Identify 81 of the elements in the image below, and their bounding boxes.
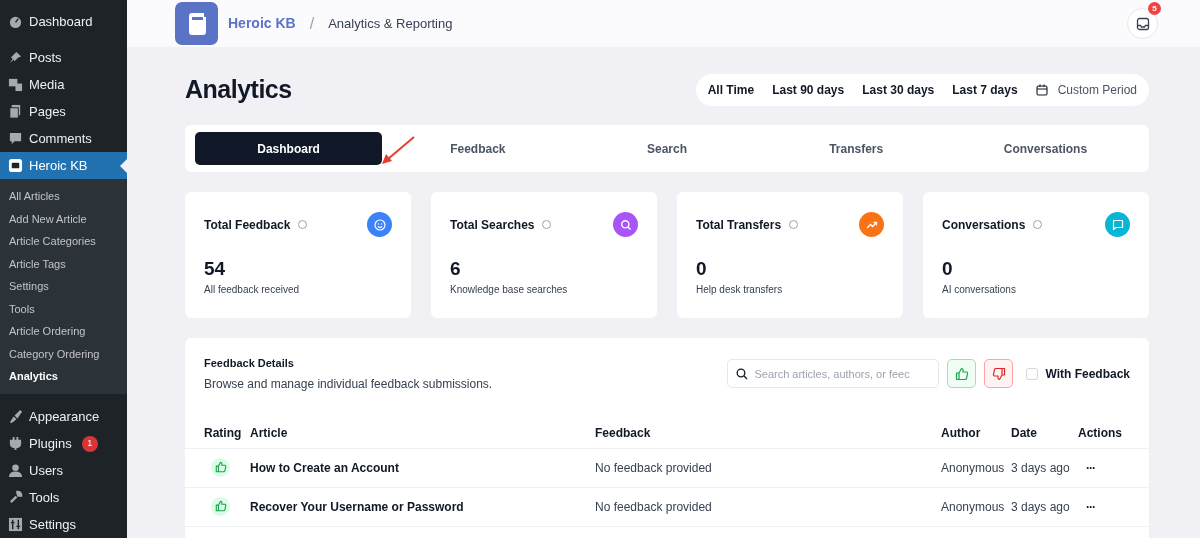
- table-cell: No feedback provided: [595, 461, 712, 475]
- period-button[interactable]: Last 7 days: [952, 81, 1018, 99]
- column-header: Actions: [1078, 418, 1149, 449]
- stat-title: Conversations: [942, 216, 1026, 234]
- search-icon: [736, 368, 749, 381]
- sidebar-item[interactable]: Pages: [0, 98, 127, 126]
- sidebar-item[interactable]: Users: [0, 457, 127, 484]
- sidebar-item[interactable]: Settings: [0, 511, 127, 538]
- search-icon: [618, 217, 633, 232]
- tab[interactable]: Transfers: [762, 132, 950, 165]
- table-cell: Anonymous: [941, 500, 1005, 514]
- column-header: Date: [1011, 418, 1078, 449]
- thumbs-up-filter-button[interactable]: [947, 359, 977, 389]
- table-cell: Anonymous: [941, 461, 1005, 475]
- table-cell: 3 days ago: [1011, 461, 1070, 475]
- search-field[interactable]: Search articles, authors, or feec: [727, 359, 940, 389]
- section-subtitle: Browse and manage individual feedback submissions.: [204, 375, 494, 393]
- column-header: Author: [941, 418, 1011, 449]
- sidebar-item[interactable]: Comments: [0, 125, 127, 153]
- checkbox[interactable]: [1026, 367, 1039, 380]
- sidebar-item[interactable]: Appearance: [0, 403, 127, 430]
- calendar-icon: [1035, 84, 1048, 96]
- section-title: Feedback Details: [204, 356, 295, 371]
- table-cell: No feedback provided: [595, 500, 712, 514]
- period-button[interactable]: Last 90 days: [772, 81, 845, 99]
- stat-value: 54: [204, 259, 227, 279]
- count-badge: 1: [81, 435, 98, 452]
- stat-caption: Help desk transfers: [696, 283, 784, 297]
- stat-title: Total Feedback: [204, 216, 291, 234]
- more-actions-button[interactable]: ···: [1086, 498, 1095, 516]
- article-link[interactable]: How to Create an Account: [250, 461, 399, 475]
- submenu-item[interactable]: Add New Article: [0, 207, 127, 231]
- thumbs-up-icon: [954, 366, 969, 381]
- submenu-item[interactable]: Article Tags: [0, 252, 127, 276]
- sidebar-item[interactable]: Posts: [0, 44, 127, 72]
- inbox-icon: [1135, 16, 1150, 31]
- tab[interactable]: Feedback: [384, 132, 572, 165]
- submenu-item[interactable]: Category Ordering: [0, 342, 127, 366]
- sidebar-item[interactable]: Dashboard: [0, 8, 127, 35]
- table-cell: 3 days ago: [1011, 500, 1070, 514]
- inbox-button[interactable]: [1127, 8, 1158, 39]
- period-button[interactable]: All Time: [707, 81, 755, 99]
- more-actions-button[interactable]: ···: [1086, 459, 1095, 477]
- submenu-item[interactable]: Analytics: [0, 365, 127, 388]
- column-header: Feedback: [595, 418, 941, 449]
- brand-name: Heroic KB: [228, 14, 296, 33]
- stat-title: Total Searches: [450, 216, 535, 234]
- submenu-item[interactable]: Settings: [0, 275, 127, 298]
- stat-caption: All feedback received: [204, 283, 301, 297]
- submenu-item[interactable]: Tools: [0, 297, 127, 321]
- sidebar-item[interactable]: Media: [0, 71, 127, 99]
- period-button[interactable]: Last 30 days: [862, 81, 935, 99]
- stat-caption: Knowledge base searches: [450, 283, 569, 297]
- stat-title: Total Transfers: [696, 216, 782, 234]
- tab[interactable]: Conversations: [951, 132, 1139, 165]
- submenu-item[interactable]: All Articles: [0, 185, 127, 208]
- checkbox-label[interactable]: With Feedback: [1045, 364, 1130, 383]
- column-header: Article: [250, 418, 595, 449]
- custom-period-button[interactable]: Custom Period: [1035, 81, 1137, 99]
- thumbs-down-icon: [991, 366, 1006, 381]
- annotation-arrow: [380, 136, 416, 166]
- smiley-icon: [372, 217, 387, 232]
- breadcrumb: Analytics & Reporting: [328, 14, 453, 33]
- sidebar-item[interactable]: Plugins 1: [0, 430, 127, 457]
- breadcrumb-separator: /: [309, 13, 315, 34]
- stat-caption: AI conversations: [942, 283, 1017, 297]
- article-link[interactable]: Recover Your Username or Password: [250, 500, 464, 514]
- sidebar-item[interactable]: Tools: [0, 484, 127, 511]
- tab[interactable]: Search: [573, 132, 761, 165]
- stat-value: 6: [450, 259, 462, 279]
- chat-bubble-icon: [1110, 217, 1125, 232]
- stat-value: 0: [696, 259, 708, 279]
- page-title: Analytics: [185, 74, 292, 106]
- column-header: Rating: [185, 418, 250, 449]
- notification-badge: 5: [1148, 2, 1161, 15]
- tab[interactable]: Dashboard: [195, 132, 383, 165]
- thumbs-down-filter-button[interactable]: [984, 359, 1014, 389]
- submenu-item[interactable]: Article Categories: [0, 230, 127, 253]
- sidebar-item[interactable]: Heroic KB: [0, 152, 127, 180]
- submenu-item[interactable]: Article Ordering: [0, 320, 127, 343]
- stat-value: 0: [942, 259, 954, 279]
